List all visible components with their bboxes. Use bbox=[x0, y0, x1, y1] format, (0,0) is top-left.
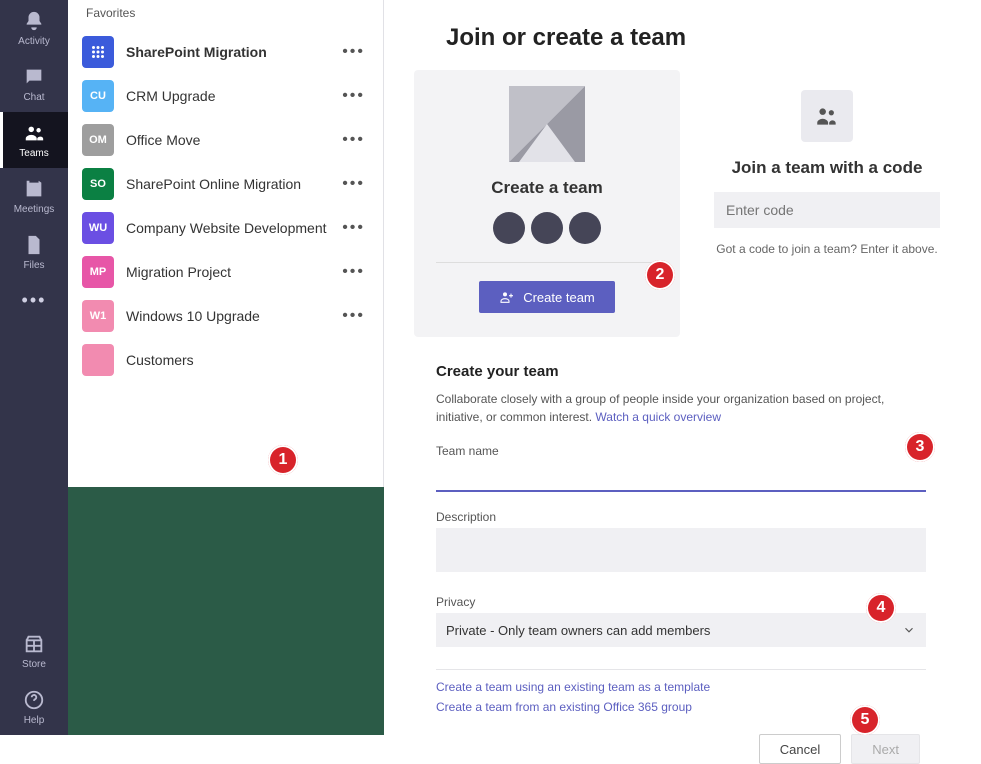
team-more-icon[interactable]: ••• bbox=[338, 131, 369, 149]
team-name-label: Team name bbox=[414, 444, 950, 458]
page-title: Join or create a team bbox=[384, 0, 981, 70]
rail-files-label: Files bbox=[23, 260, 44, 271]
calendar-icon bbox=[23, 178, 45, 200]
description-input[interactable] bbox=[436, 528, 926, 572]
create-team-button-label: Create team bbox=[523, 290, 595, 305]
overview-link[interactable]: Watch a quick overview bbox=[595, 410, 721, 424]
grid-icon bbox=[89, 43, 107, 61]
team-label: SharePoint Migration bbox=[126, 44, 338, 60]
privacy-select[interactable]: Private - Only team owners can add membe… bbox=[436, 613, 926, 647]
team-row[interactable]: WU Company Website Development ••• bbox=[68, 206, 383, 250]
annotation-4: 4 bbox=[866, 593, 896, 623]
files-icon bbox=[23, 234, 45, 256]
teams-icon bbox=[23, 122, 45, 144]
team-row[interactable]: OM Office Move ••• bbox=[68, 118, 383, 162]
team-row[interactable]: MP Migration Project ••• bbox=[68, 250, 383, 294]
join-icon-box bbox=[801, 90, 853, 142]
placeholder-image-icon bbox=[509, 86, 585, 162]
rail-more[interactable]: ••• bbox=[22, 280, 47, 320]
chat-icon bbox=[23, 66, 45, 88]
section-favorites: Favorites bbox=[68, 0, 383, 30]
annotation-3: 3 bbox=[905, 432, 935, 462]
team-avatar: OM bbox=[82, 124, 114, 156]
team-avatar: WU bbox=[82, 212, 114, 244]
rail-files[interactable]: Files bbox=[0, 224, 68, 280]
avatar-row bbox=[493, 212, 601, 244]
divider bbox=[436, 669, 926, 670]
bell-icon bbox=[23, 10, 45, 32]
main-content: Join or create a team Create a team Crea… bbox=[384, 0, 981, 735]
rail-help[interactable]: Help bbox=[0, 679, 68, 735]
privacy-value: Private - Only team owners can add membe… bbox=[446, 623, 710, 638]
avatar-icon bbox=[493, 212, 525, 244]
create-team-button[interactable]: Create team bbox=[479, 281, 615, 313]
rail-activity[interactable]: Activity bbox=[0, 0, 68, 56]
team-avatar: SO bbox=[82, 168, 114, 200]
team-more-icon[interactable]: ••• bbox=[338, 307, 369, 325]
annotation-5: 5 bbox=[850, 705, 880, 735]
team-row[interactable]: SO SharePoint Online Migration ••• bbox=[68, 162, 383, 206]
team-more-icon[interactable]: ••• bbox=[338, 263, 369, 281]
cancel-button[interactable]: Cancel bbox=[759, 734, 841, 764]
rail-activity-label: Activity bbox=[18, 36, 50, 47]
team-label: Customers bbox=[126, 352, 369, 368]
next-button[interactable]: Next bbox=[851, 734, 920, 764]
add-people-icon bbox=[499, 289, 515, 305]
team-more-icon[interactable]: ••• bbox=[338, 43, 369, 61]
avatar-icon bbox=[569, 212, 601, 244]
help-icon bbox=[23, 689, 45, 711]
team-avatar bbox=[82, 36, 114, 68]
team-name-input[interactable] bbox=[436, 462, 926, 492]
teams-small-icon bbox=[814, 103, 840, 129]
team-label: CRM Upgrade bbox=[126, 88, 338, 104]
team-more-icon[interactable]: ••• bbox=[338, 87, 369, 105]
cards-row: Create a team Create team Join a team wi… bbox=[384, 70, 981, 337]
team-avatar: W1 bbox=[82, 300, 114, 332]
description-label: Description bbox=[414, 510, 950, 524]
form-description: Collaborate closely with a group of peop… bbox=[414, 390, 950, 426]
code-hint: Got a code to join a team? Enter it abov… bbox=[716, 242, 937, 256]
template-existing-team-link[interactable]: Create a team using an existing team as … bbox=[436, 680, 928, 694]
form-title: Create your team bbox=[414, 363, 950, 380]
rail-meetings-label: Meetings bbox=[14, 204, 55, 215]
rail-meetings[interactable]: Meetings bbox=[0, 168, 68, 224]
store-icon bbox=[23, 633, 45, 655]
rail-chat[interactable]: Chat bbox=[0, 56, 68, 112]
join-card-title: Join a team with a code bbox=[732, 158, 923, 178]
team-avatar: MP bbox=[82, 256, 114, 288]
team-row[interactable]: SharePoint Migration ••• bbox=[68, 30, 383, 74]
team-label: Company Website Development bbox=[126, 220, 338, 236]
annotation-2: 2 bbox=[645, 260, 675, 290]
team-label: SharePoint Online Migration bbox=[126, 176, 338, 192]
join-code-card: Join a team with a code Got a code to jo… bbox=[694, 70, 960, 337]
team-row[interactable]: CU CRM Upgrade ••• bbox=[68, 74, 383, 118]
app-rail: Activity Chat Teams Meetings Files ••• S… bbox=[0, 0, 68, 735]
rail-teams[interactable]: Teams bbox=[0, 112, 68, 168]
team-label: Windows 10 Upgrade bbox=[126, 308, 338, 324]
code-input[interactable] bbox=[714, 192, 940, 228]
team-row[interactable]: Customers bbox=[68, 338, 383, 382]
create-card-title: Create a team bbox=[491, 178, 603, 198]
rail-store[interactable]: Store bbox=[0, 623, 68, 679]
rail-chat-label: Chat bbox=[23, 92, 44, 103]
rail-help-label: Help bbox=[24, 715, 45, 726]
rail-teams-label: Teams bbox=[19, 148, 48, 159]
background-fill bbox=[68, 487, 384, 735]
team-label: Office Move bbox=[126, 132, 338, 148]
team-row[interactable]: W1 Windows 10 Upgrade ••• bbox=[68, 294, 383, 338]
team-label: Migration Project bbox=[126, 264, 338, 280]
chevron-down-icon bbox=[902, 623, 916, 637]
team-more-icon[interactable]: ••• bbox=[338, 175, 369, 193]
create-team-card: Create a team Create team bbox=[414, 70, 680, 337]
team-avatar bbox=[82, 344, 114, 376]
team-avatar: CU bbox=[82, 80, 114, 112]
divider bbox=[436, 262, 657, 263]
team-more-icon[interactable]: ••• bbox=[338, 219, 369, 237]
create-team-form: Create your team Collaborate closely wit… bbox=[414, 363, 950, 764]
avatar-icon bbox=[531, 212, 563, 244]
annotation-1: 1 bbox=[268, 445, 298, 475]
rail-store-label: Store bbox=[22, 659, 46, 670]
